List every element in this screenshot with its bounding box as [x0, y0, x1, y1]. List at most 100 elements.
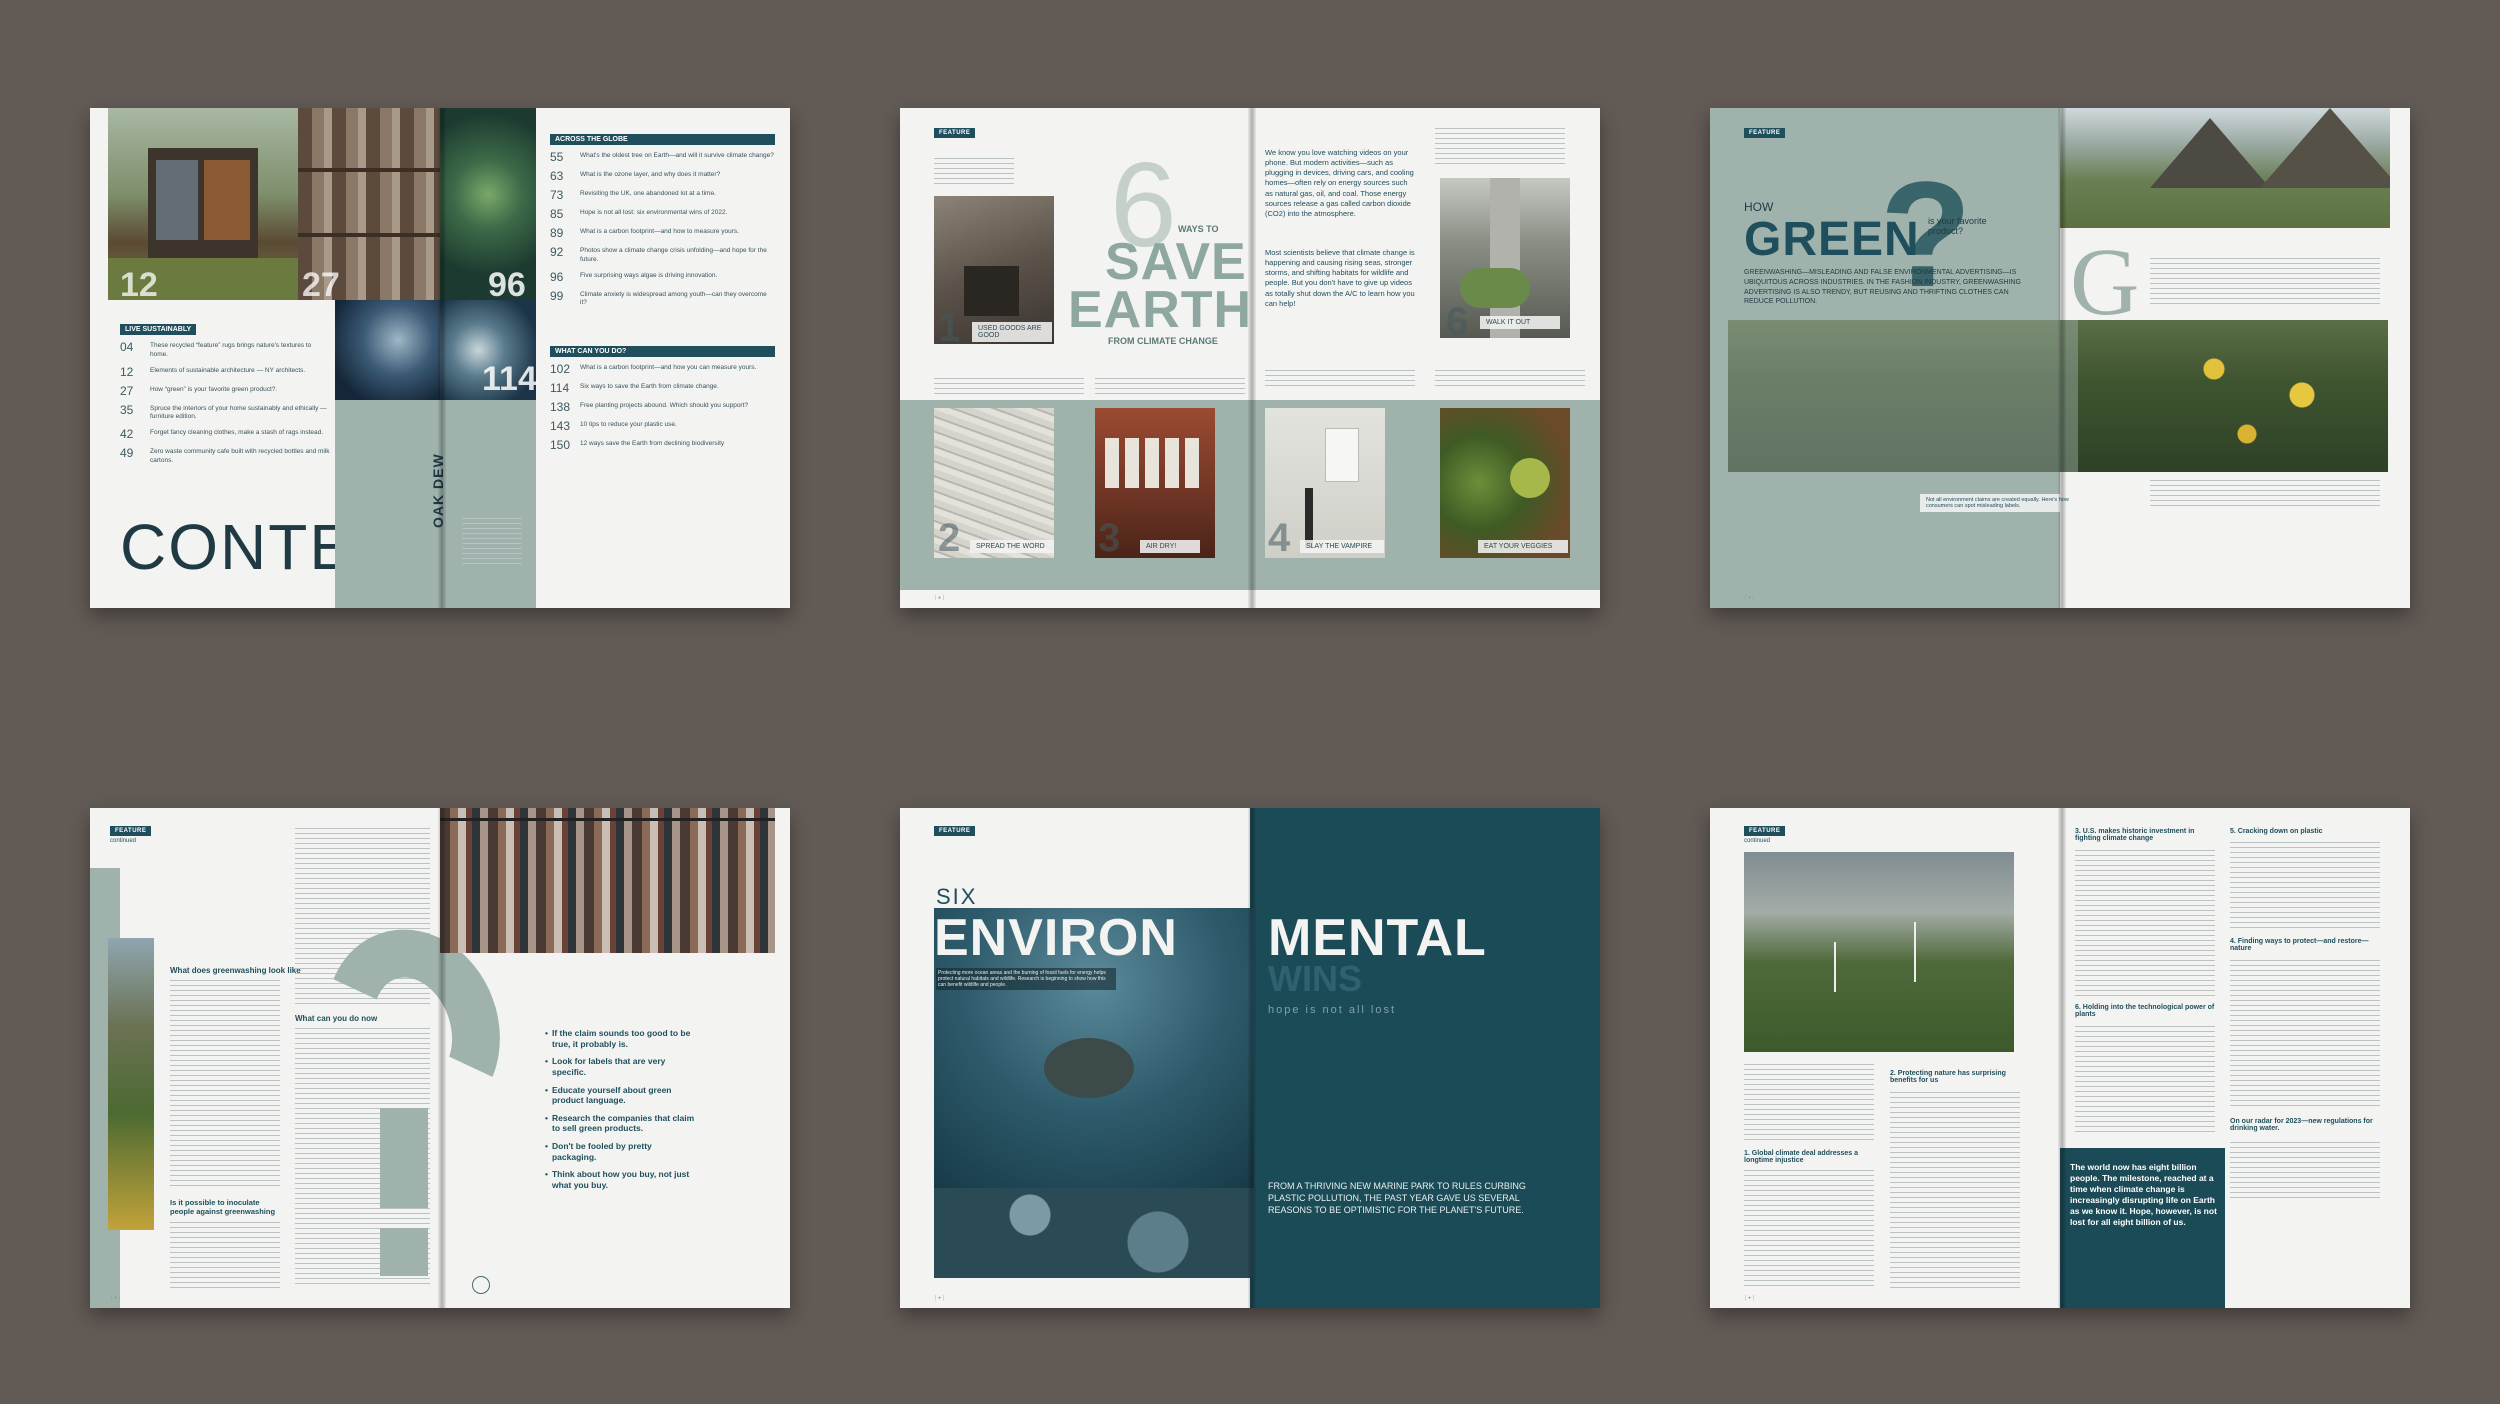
tip-item: • Think about how you buy, not just what … — [545, 1169, 695, 1190]
bullet-icon: • — [545, 1141, 548, 1151]
spread-wins-continued: FEATURE continued 1. Global climate deal… — [1710, 808, 2410, 1308]
spread-environmental-wins: FEATURE SIX ENVIRON MENTAL WINS hope is … — [900, 808, 1600, 1308]
body-text — [2230, 1142, 2380, 1202]
from-climate-change: FROM CLIMATE CHANGE — [1108, 336, 1218, 346]
toc-entry[interactable]: 42 Forget fancy cleaning clothes, make a … — [120, 427, 330, 441]
toc-entry[interactable]: 63 What is the ozone layer, and why does … — [550, 169, 775, 183]
body-text — [2150, 480, 2380, 510]
section-across-globe: ACROSS THE GLOBE 55 What's the oldest tre… — [550, 128, 775, 313]
photo-wind-turbines — [1744, 852, 2014, 1052]
section-what-can-you-do: WHAT CAN YOU DO? 102 What is a carbon foo… — [550, 340, 775, 457]
toc-title: Spruce the interiors of your home sustai… — [150, 404, 327, 421]
toc-page-number: 35 — [120, 402, 134, 417]
heading-what-looks-like: What does greenwashing look like — [170, 966, 301, 975]
feature-tag: FEATURE — [934, 826, 976, 836]
toc-entry[interactable]: 12 Elements of sustainable architecture —… — [120, 365, 330, 379]
body-text — [170, 980, 280, 1190]
photo-jellyfish — [335, 300, 440, 400]
green-title: GREEN — [1744, 213, 1920, 266]
toc-page-number: 114 — [550, 381, 570, 395]
bullet-icon: • — [545, 1169, 548, 1180]
spread-save-earth: FEATURE 1 USED GOODS ARE GOOD 6 WAYS TO … — [900, 108, 1600, 608]
toc-page-number: 96 — [550, 269, 564, 284]
toc-title: Forget fancy cleaning clothes, make a st… — [150, 429, 324, 437]
tip-item: • Educate yourself about green product la… — [545, 1085, 695, 1106]
feature-tag: FEATURE — [1744, 826, 1786, 836]
toc-entry[interactable]: 73 Revisiting the UK, one abandoned lot a… — [550, 188, 775, 202]
way-label-4: SLAY THE VAMPIRE — [1300, 540, 1384, 553]
subtitle: is your favorite product? — [1928, 216, 1987, 236]
page-footer: │ ● │ — [1744, 595, 1755, 600]
photo-clothes-rack — [440, 808, 775, 953]
toc-entry[interactable]: 89 What is a carbon footprint—and how to … — [550, 226, 775, 240]
body-text — [2075, 1026, 2215, 1136]
toc-entry[interactable]: 27 How “green” is your favorite green pro… — [120, 384, 330, 398]
toc-entry[interactable]: 49 Zero waste community cafe built with r… — [120, 446, 330, 466]
toc-title: What's the oldest tree on Earth—and will… — [580, 152, 774, 159]
question-mark-stem — [380, 1108, 428, 1208]
page-footer: │ ● │ — [110, 1295, 121, 1300]
body-text — [1744, 1170, 1874, 1288]
toc-page-number: 143 — [550, 419, 571, 433]
way-number-1: 1 — [938, 306, 961, 350]
toc-entry[interactable]: 143 10 tips to reduce your plastic use. — [550, 419, 775, 433]
toc-entry[interactable]: 55 What's the oldest tree on Earth—and wi… — [550, 150, 775, 164]
toc-entry[interactable]: 102 What is a carbon footprint—and how yo… — [550, 362, 775, 376]
toc-page-number: 12 — [120, 364, 134, 379]
logo-seal — [472, 1276, 490, 1294]
heading-3: 3. U.S. makes historic investment in fig… — [2075, 828, 2195, 842]
spread-greenwashing: FEATURE continued What does greenwashing… — [90, 808, 790, 1308]
tip-item: • Don't be fooled by pretty packaging. — [545, 1141, 695, 1162]
toc-entry[interactable]: 96 Five surprising ways algae is driving … — [550, 270, 775, 284]
photo-caption: Protecting more ocean areas and the burn… — [936, 968, 1116, 990]
spread-how-green: FEATURE ? HOW GREEN is your favorite pro… — [1710, 108, 2410, 608]
photo-mountain-meadow — [108, 938, 154, 1230]
image-number-96: 96 — [488, 266, 526, 304]
toc-page-number: 49 — [120, 446, 134, 461]
feature-tag: FEATURE — [1744, 128, 1786, 138]
credits-block — [462, 518, 522, 568]
body-text — [2230, 960, 2380, 1110]
tip-item: • Look for labels that are very specific. — [545, 1056, 695, 1077]
spread-contents: 12 27 LIVE SUSTAINABLY 04 These recycled … — [90, 108, 790, 608]
toc-page-number: 138 — [550, 400, 571, 414]
toc-entry[interactable]: 85 Hope is not all lost: six environmenta… — [550, 207, 775, 221]
toc-entry[interactable]: 35 Spruce the interiors of your home sust… — [120, 403, 330, 423]
question-mark-dot — [380, 1228, 428, 1276]
body-text — [1435, 128, 1565, 168]
tip-text: Don't be fooled by pretty packaging. — [551, 1141, 652, 1162]
toc-page-number: 150 — [550, 438, 571, 452]
toc-entry[interactable]: 99 Climate anxiety is widespread among yo… — [550, 289, 775, 309]
toc-entry[interactable]: 138 Free planting projects abound. Which … — [550, 400, 775, 414]
bullet-icon: • — [545, 1028, 548, 1038]
heading-5: 5. Cracking down on plastic — [2230, 828, 2323, 835]
toc-title: 12 ways save the Earth from declining bi… — [580, 440, 725, 447]
bullet-icon: • — [545, 1112, 548, 1123]
toc-entry[interactable]: 04 These recycled “feature” rugs brings n… — [120, 340, 330, 360]
section-heading: ACROSS THE GLOBE — [550, 134, 775, 145]
toc-entry[interactable]: 114 Six ways to save the Earth from clima… — [550, 381, 775, 395]
toc-entry[interactable]: 150 12 ways save the Earth from declining… — [550, 438, 775, 452]
heading-6: 6. Holding into the technological power … — [2075, 1004, 2215, 1018]
way-label-5: EAT YOUR VEGGIES — [1478, 540, 1568, 553]
toc-entry[interactable]: 92 Photos show a climate change crisis un… — [550, 245, 775, 265]
toc-title: Free planting projects abound. Which sho… — [580, 402, 749, 409]
toc-title: How “green” is your favorite green produ… — [150, 385, 278, 393]
page-footer: │ ● │ — [934, 595, 945, 600]
toc-title: Five surprising ways algae is driving in… — [580, 271, 718, 279]
toc-title: These recycled “feature” rugs brings nat… — [150, 342, 312, 358]
teal-panel — [1250, 808, 1600, 1308]
pull-quote: The world now has eight billion people. … — [2070, 1162, 2217, 1228]
image-number-27: 27 — [302, 266, 340, 304]
toc-page-number: 102 — [550, 362, 571, 376]
toc-page-number: 92 — [550, 245, 564, 259]
tip-text: Think about how you buy, not just what y… — [551, 1169, 690, 1190]
page-footer: │ ● │ — [1744, 1295, 1755, 1300]
body-text — [2075, 850, 2215, 1000]
body-text — [1435, 370, 1585, 386]
toc-title: Revisiting the UK, one abandoned lot at … — [580, 190, 716, 197]
bullet-list: • If the claim sounds too good to be true… — [545, 1028, 695, 1198]
body-text — [170, 1222, 280, 1292]
toc-page-number: 99 — [550, 288, 564, 303]
toc-page-number: 73 — [550, 188, 564, 202]
